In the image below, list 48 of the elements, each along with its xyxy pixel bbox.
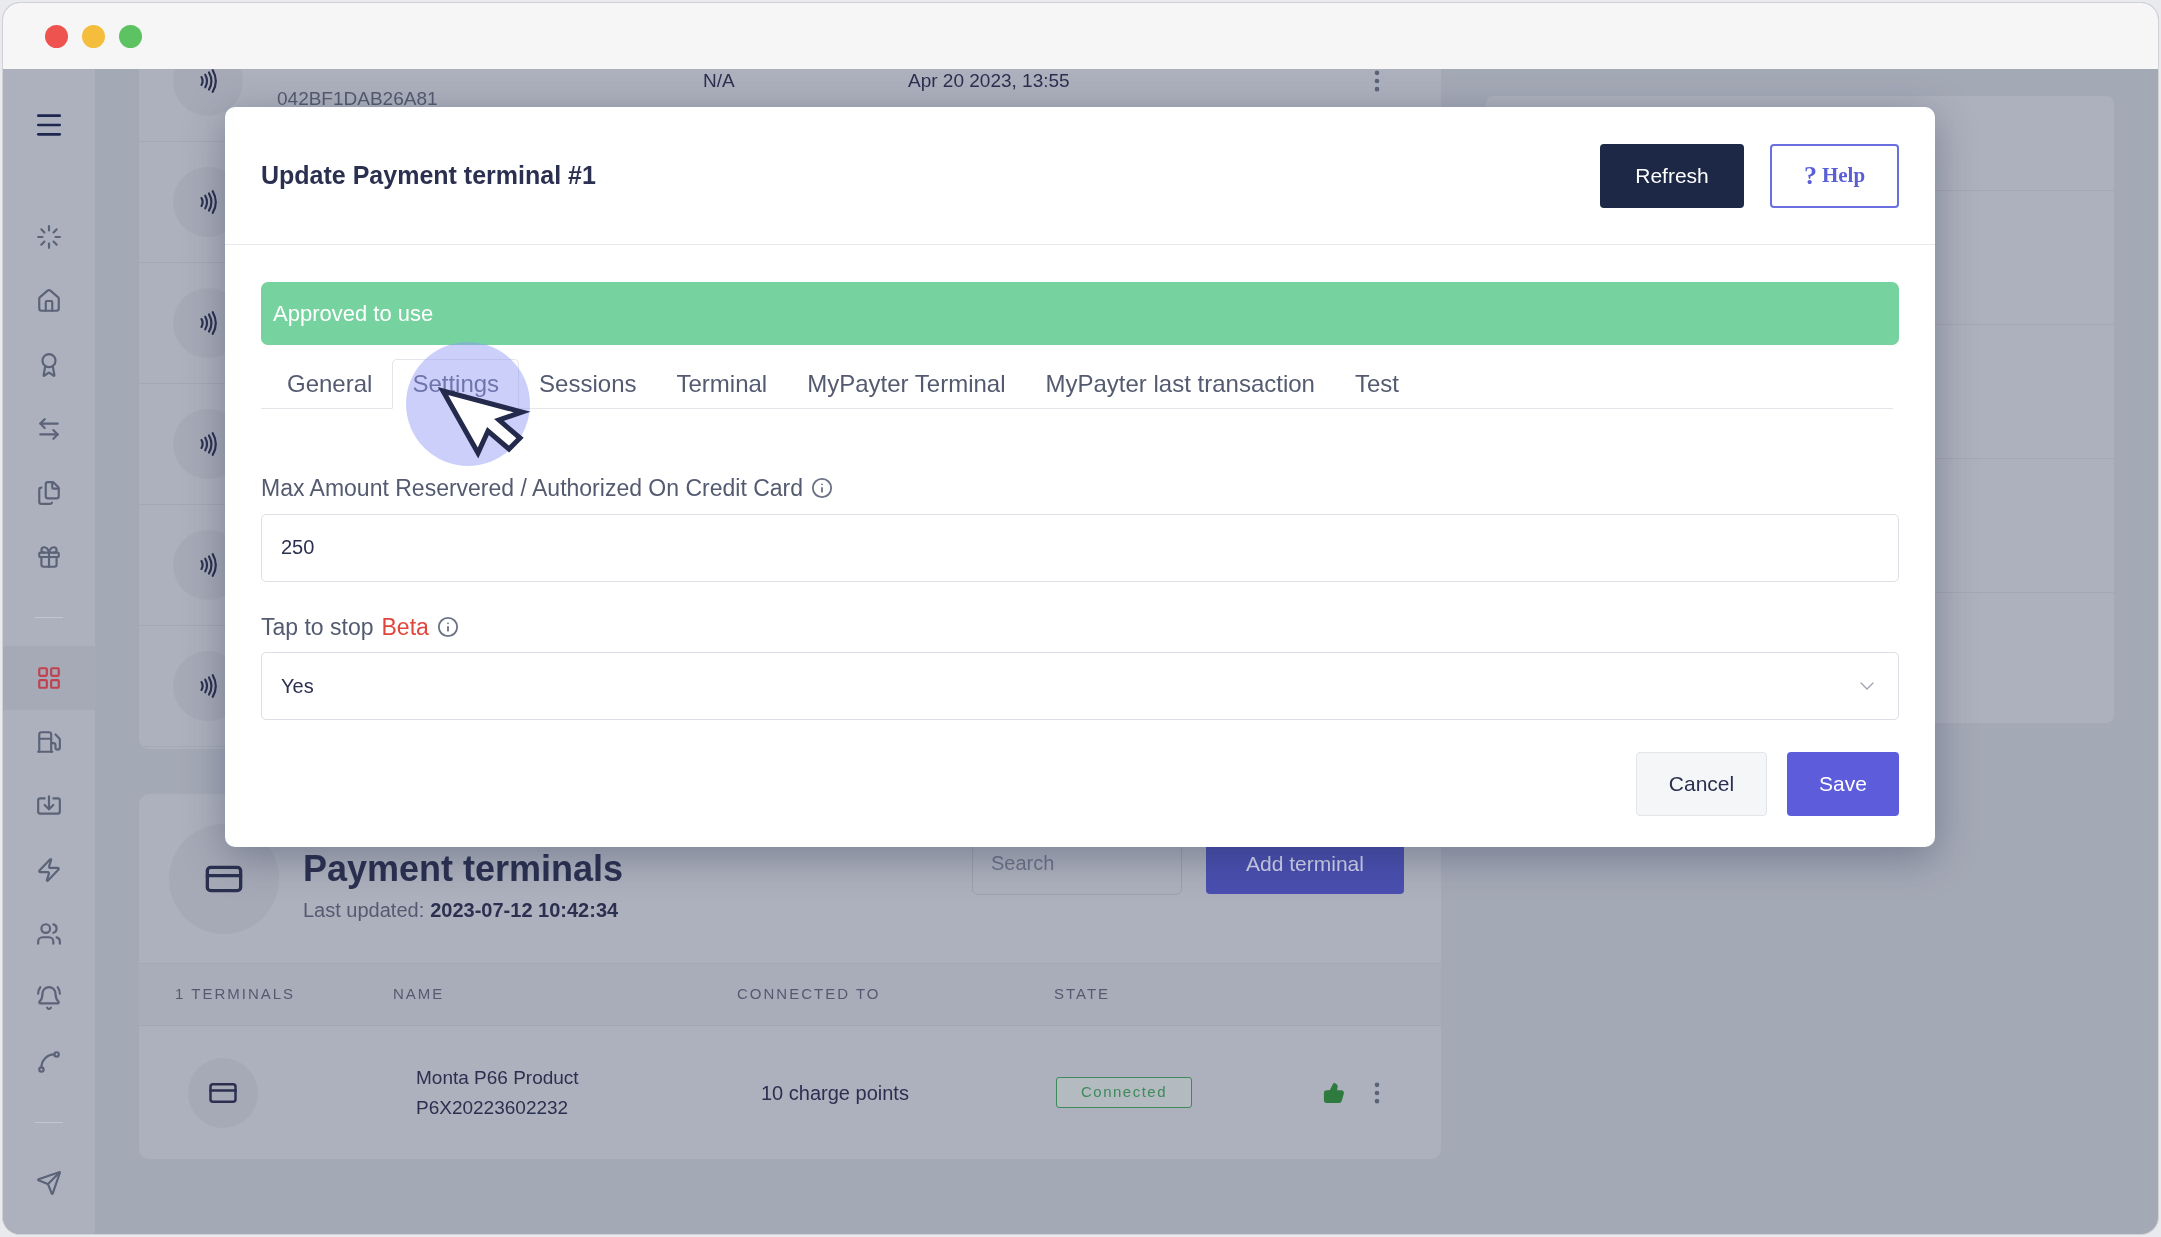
home-icon — [36, 288, 62, 314]
terminal-code: 042BF1DAB26A81 — [277, 87, 438, 109]
column-header: STATE — [1054, 984, 1111, 1005]
save-button[interactable]: Save — [1787, 752, 1899, 816]
loader-icon — [36, 224, 62, 250]
connected-to: N/A — [703, 69, 736, 93]
field-label: Tap to stop — [261, 612, 374, 642]
lightning-icon — [36, 857, 62, 883]
grid-icon — [36, 665, 62, 691]
send-icon — [36, 1170, 62, 1196]
help-button[interactable]: ? Help — [1770, 143, 1899, 208]
gift-icon — [36, 544, 62, 570]
route-icon — [36, 1049, 62, 1075]
bell-icon — [36, 985, 62, 1011]
beta-label: Beta — [381, 612, 429, 642]
status-badge: Connected — [1056, 1077, 1193, 1108]
tab[interactable]: MyPayter last transaction — [1025, 359, 1335, 409]
modal-title: Update Payment terminal #1 — [261, 159, 597, 191]
refresh-button[interactable]: Refresh — [1600, 143, 1744, 208]
minimize-window-icon[interactable] — [82, 24, 105, 48]
info-icon[interactable] — [811, 477, 834, 500]
date-text: Apr 20 2023, 13:55 — [908, 69, 1070, 93]
users-icon — [36, 921, 62, 947]
terminal-name: Monta P66 Product — [416, 1065, 580, 1090]
cancel-button[interactable]: Cancel — [1636, 752, 1767, 816]
section-title: Payment terminals — [303, 847, 624, 891]
info-icon[interactable] — [436, 615, 459, 638]
tab[interactable]: Terminal — [656, 359, 788, 409]
fuel-pump-icon — [36, 729, 62, 755]
field-label: Max Amount Reservered / Authorized On Credit Card — [261, 474, 804, 503]
tab[interactable]: MyPayter Terminal — [787, 359, 1026, 409]
arrows-icon — [36, 416, 62, 442]
close-window-icon[interactable] — [45, 24, 68, 48]
column-header: CONNECTED TO — [737, 984, 882, 1005]
sidebar-item[interactable] — [3, 646, 95, 710]
connected-count: 10 charge points — [761, 1081, 909, 1104]
terminal-serial: P6X20223602232 — [416, 1095, 570, 1120]
select-field[interactable]: Yes — [261, 652, 1899, 720]
updated-label: Last updated: — [303, 898, 425, 923]
amount-input[interactable]: 250 — [261, 513, 1899, 582]
updated-value: 2023-07-12 10:42:34 — [430, 898, 619, 923]
tab[interactable]: General — [267, 359, 393, 409]
documents-icon — [36, 480, 62, 506]
tab[interactable]: Test — [1334, 359, 1419, 409]
column-header: 1 TERMINALS — [175, 984, 297, 1005]
column-header: NAME — [393, 984, 446, 1005]
maximize-window-icon[interactable] — [119, 24, 142, 48]
status-banner: Approved to use — [261, 282, 1899, 345]
